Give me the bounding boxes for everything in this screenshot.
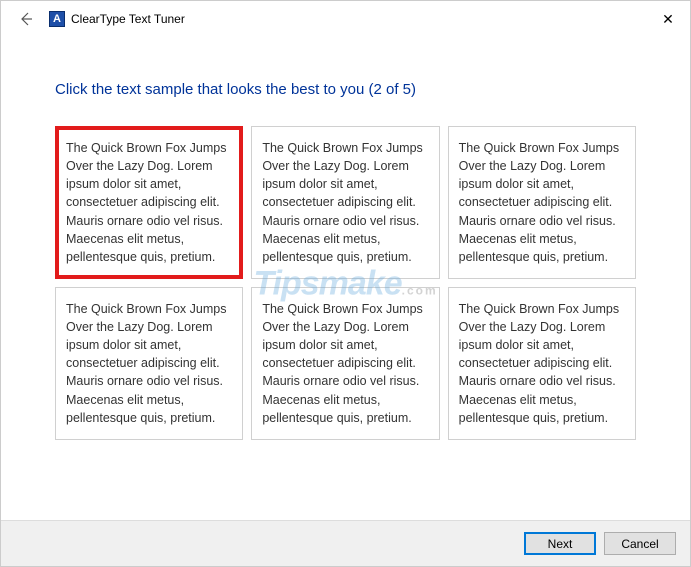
page-heading: Click the text sample that looks the bes… <box>55 81 636 98</box>
text-sample-1[interactable]: The Quick Brown Fox Jumps Over the Lazy … <box>55 126 243 279</box>
text-sample-2[interactable]: The Quick Brown Fox Jumps Over the Lazy … <box>251 126 439 279</box>
text-sample-5[interactable]: The Quick Brown Fox Jumps Over the Lazy … <box>251 287 439 440</box>
cancel-button[interactable]: Cancel <box>604 532 676 555</box>
content-area: Click the text sample that looks the bes… <box>1 37 690 440</box>
close-button[interactable]: ✕ <box>658 9 678 29</box>
titlebar: A ClearType Text Tuner ✕ <box>1 1 690 37</box>
text-sample-3[interactable]: The Quick Brown Fox Jumps Over the Lazy … <box>448 126 636 279</box>
text-sample-4[interactable]: The Quick Brown Fox Jumps Over the Lazy … <box>55 287 243 440</box>
app-icon: A <box>49 11 65 27</box>
next-button[interactable]: Next <box>524 532 596 555</box>
back-button[interactable] <box>15 8 37 30</box>
window-title: ClearType Text Tuner <box>71 12 185 26</box>
sample-grid: The Quick Brown Fox Jumps Over the Lazy … <box>55 126 636 440</box>
text-sample-6[interactable]: The Quick Brown Fox Jumps Over the Lazy … <box>448 287 636 440</box>
footer: Next Cancel <box>1 520 690 566</box>
